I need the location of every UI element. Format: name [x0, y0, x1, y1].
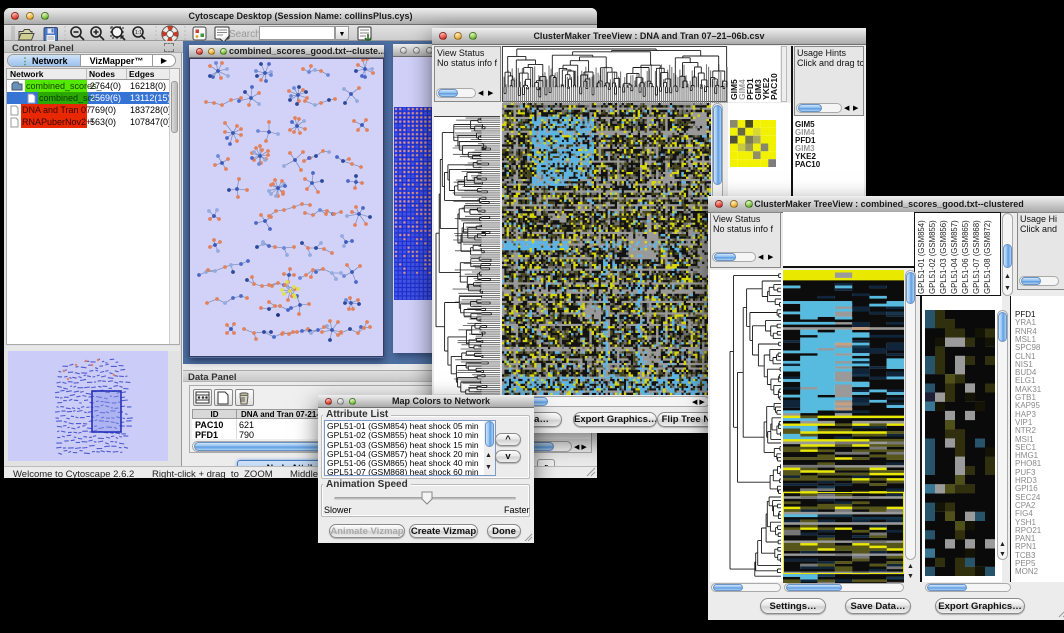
svg-text:GPL51-07 (GSM868): GPL51-07 (GSM868)	[972, 220, 981, 294]
svg-text:GPL51-06 (GSM865): GPL51-06 (GSM865)	[961, 220, 970, 294]
svg-text:1:1: 1:1	[135, 30, 142, 36]
svg-text:GPL51-02 (GSM855): GPL51-02 (GSM855)	[928, 220, 937, 294]
svg-text:GPL51-04 (GSM857): GPL51-04 (GSM857)	[950, 220, 959, 294]
svg-text:GPL51-03 (GSM856): GPL51-03 (GSM856)	[939, 220, 948, 294]
svg-text:PAC10: PAC10	[769, 73, 779, 100]
svg-text:GPL51-08 (GSM872): GPL51-08 (GSM872)	[983, 220, 992, 294]
svg-text:GPL51-01 (GSM854): GPL51-01 (GSM854)	[917, 220, 926, 294]
